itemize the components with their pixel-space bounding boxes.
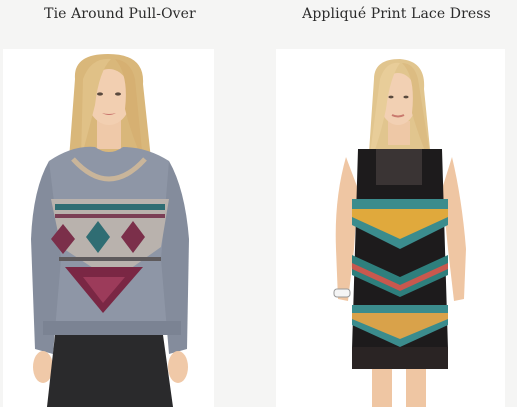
product-grid: Tie Around Pull-Over Appliqué Print Lace… xyxy=(0,0,517,407)
product-image[interactable] xyxy=(276,49,505,407)
product-title[interactable]: Tie Around Pull-Over xyxy=(0,6,240,22)
product-image[interactable] xyxy=(3,49,214,407)
pullover-illustration xyxy=(31,54,189,407)
lace-dress-illustration xyxy=(333,59,466,407)
product-title[interactable]: Appliqué Print Lace Dress xyxy=(276,6,517,22)
